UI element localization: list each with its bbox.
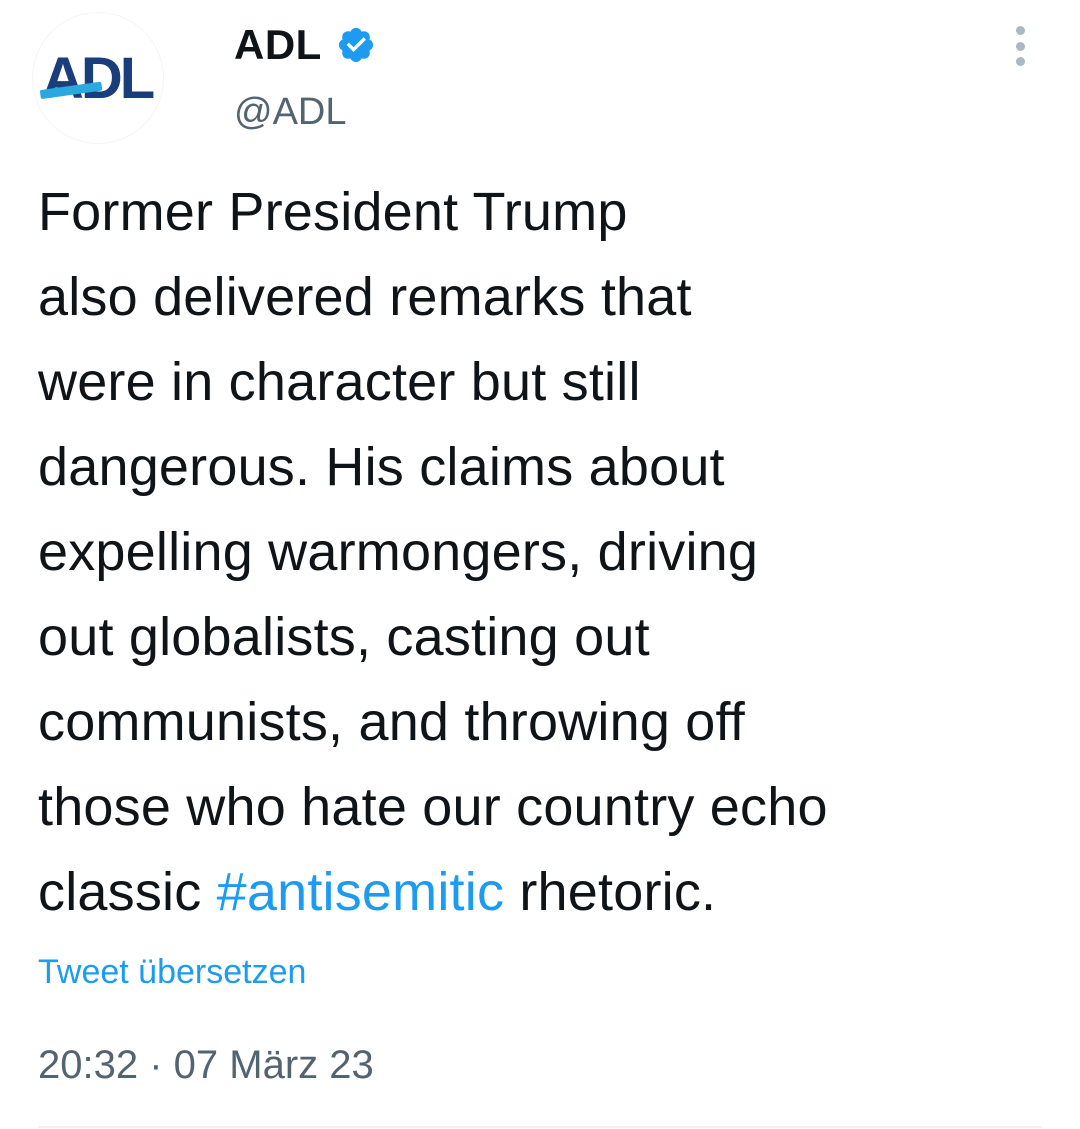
adl-logo: ADL ® [39, 46, 157, 111]
user-handle[interactable]: @ADL [234, 88, 347, 136]
tweet-line: out globalists, casting out [38, 607, 650, 667]
display-name-text[interactable]: ADL [234, 20, 322, 70]
hashtag-link[interactable]: #antisemitic [217, 862, 505, 922]
display-name[interactable]: ADL [234, 20, 376, 70]
tweet-text: Former President Trump also delivered re… [38, 170, 1038, 935]
more-dot [1015, 41, 1025, 51]
tweet-last-line: classic #antisemitic rhetoric. [38, 850, 1038, 935]
verified-badge-icon [336, 25, 376, 65]
svg-text:ADL: ADL [42, 46, 154, 111]
tweet-line: expelling warmongers, driving [38, 522, 759, 582]
tweet-line: those who hate our country echo [38, 777, 828, 837]
tweet-timestamp[interactable]: 20:32 · 07 März 23 [38, 1040, 374, 1090]
tweet-line: were in character but still [38, 352, 641, 412]
more-dot [1015, 57, 1025, 66]
profile-avatar[interactable]: ADL ® [32, 12, 164, 144]
tweet-text-segment: rhetoric. [504, 862, 717, 922]
tweet-line: Former President Trump [38, 182, 628, 242]
tweet-line: communists, and throwing off [38, 692, 745, 752]
divider [38, 1126, 1042, 1128]
tweet-line: also delivered remarks that [38, 267, 692, 327]
tweet-text-segment: classic [38, 862, 217, 922]
more-options-icon[interactable] [1002, 22, 1038, 70]
translate-tweet-link[interactable]: Tweet übersetzen [38, 950, 306, 994]
more-dot [1015, 26, 1025, 35]
tweet-line: dangerous. His claims about [38, 437, 725, 497]
